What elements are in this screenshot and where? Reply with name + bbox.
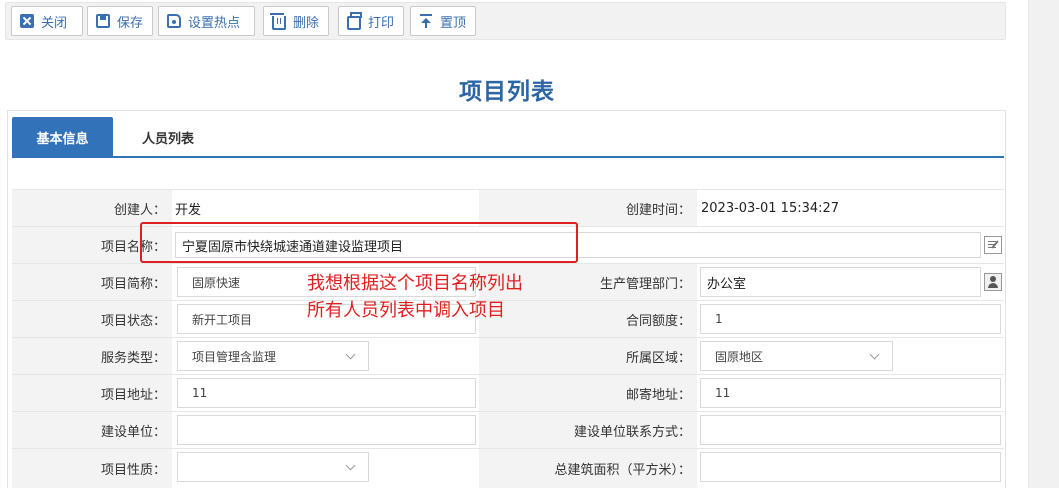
project-status-label: 项目状态： [12,301,172,337]
total-area-input[interactable] [700,452,1001,482]
set-hotspot-button[interactable]: 设置热点 [158,6,255,36]
mail-address-label: 邮寄地址： [479,375,697,411]
annotation-line-1: 我想根据这个项目名称列出 [307,273,523,294]
form-row-creator: 创建人： 开发 创建时间： 2023-03-01 15:34:27 [12,189,1004,226]
region-label: 所属区域： [479,338,697,374]
print-button-label: 打印 [368,15,395,31]
pin-top-button-label: 置顶 [440,15,467,31]
build-unit-contact-label: 建设单位联系方式： [479,412,697,448]
page-title: 项目列表 [459,79,555,105]
project-nature-label: 项目性质： [12,449,172,488]
save-icon [96,14,110,28]
close-button[interactable]: 关闭 [11,6,83,36]
build-unit-input[interactable] [177,415,476,445]
pin-top-icon [419,14,433,28]
project-address-label: 项目地址： [12,375,172,411]
build-unit-contact-input[interactable] [700,415,1001,445]
close-button-label: 关闭 [41,15,68,31]
save-button[interactable]: 保存 [87,6,153,36]
trash-icon [270,12,286,30]
creator-value: 开发 [175,202,202,218]
prod-dept-input[interactable]: 办公室 [700,267,981,297]
form-row-project-nature: 项目性质： 总建筑面积（平方米）： [12,448,1004,488]
page-scrollbar[interactable] [1028,0,1059,488]
created-time-label: 创建时间： [479,190,697,226]
tab-personnel-list[interactable]: 人员列表 [113,117,223,157]
pin-top-button[interactable]: 置顶 [410,6,476,36]
edit-icon[interactable] [984,236,1002,254]
delete-button[interactable]: 删除 [263,6,329,36]
build-unit-label: 建设单位： [12,412,172,448]
mail-address-input[interactable]: 11 [700,378,1001,408]
creator-label: 创建人： [12,190,172,226]
print-icon [347,11,362,30]
annotation-text: 我想根据这个项目名称列出 所有人员列表中调入项目 [307,270,523,324]
region-select[interactable]: 固原地区 [700,341,893,371]
total-area-label: 总建筑面积（平方米）： [479,449,697,488]
contract-amount-input[interactable]: 1 [700,304,1001,334]
close-icon [20,14,34,28]
toolbar: 关闭 保存 设置热点 删除 打印 置顶 [5,2,1006,40]
delete-button-label: 删除 [293,15,320,31]
set-hotspot-button-label: 设置热点 [188,15,241,31]
hotspot-icon [167,14,181,28]
user-picker-icon[interactable] [984,273,1002,291]
form-row-build-unit: 建设单位： 建设单位联系方式： [12,411,1004,448]
save-button-label: 保存 [117,15,144,31]
tab-underline [12,156,1004,158]
project-nature-select[interactable] [177,452,369,482]
form-row-service-type: 服务类型： 项目管理含监理 所属区域： 固原地区 [12,337,1004,374]
form-row-project-address: 项目地址： 11 邮寄地址： 11 [12,374,1004,411]
annotation-line-2: 所有人员列表中调入项目 [307,300,505,321]
project-short-label: 项目简称： [12,264,172,300]
print-button[interactable]: 打印 [338,6,404,36]
created-time-value: 2023-03-01 15:34:27 [701,200,840,216]
service-type-select[interactable]: 项目管理含监理 [177,341,369,371]
service-type-label: 服务类型： [12,338,172,374]
project-address-input[interactable]: 11 [177,378,476,408]
tab-basic-info[interactable]: 基本信息 [12,117,113,157]
annotation-highlight-box [140,222,578,263]
